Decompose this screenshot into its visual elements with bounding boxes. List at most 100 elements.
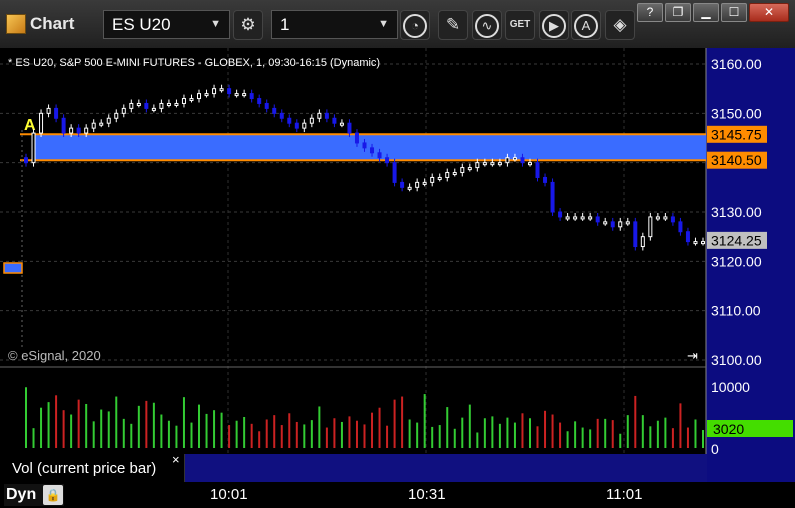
restore-icon: ❐	[672, 5, 684, 19]
lock-icon[interactable]: 🔒	[43, 485, 63, 505]
candle-body	[467, 167, 472, 171]
candle-body	[242, 93, 247, 97]
candle-body	[580, 216, 585, 220]
candle-body	[287, 117, 292, 124]
restore-down-button[interactable]: ❐	[665, 3, 691, 22]
copyright-text: © eSignal, 2020	[8, 348, 101, 363]
price-volume-chart[interactable]: A * ES U20, S&P 500 E-MINI FUTURES - GLO…	[0, 48, 795, 508]
help-button[interactable]: ?	[637, 3, 663, 22]
price-zone[interactable]	[34, 134, 706, 161]
close-icon: ✕	[763, 5, 775, 19]
volume-axis-zero: 0	[711, 441, 719, 457]
alerts-button[interactable]: A	[571, 10, 601, 40]
gear-icon: ⚙	[240, 15, 256, 34]
candle-body	[174, 102, 179, 106]
candle-body	[407, 186, 412, 190]
candle-body	[670, 216, 675, 223]
volume-legend[interactable]: Vol (current price bar)	[4, 456, 182, 482]
candle-body	[633, 221, 638, 248]
candle-body	[505, 157, 510, 164]
candle-body	[99, 122, 104, 126]
candle-body	[678, 221, 683, 233]
candle-body	[655, 216, 660, 220]
symbol-settings-button[interactable]: ⚙	[233, 10, 263, 40]
candle-body	[309, 117, 314, 124]
upper-price-tag-text: 3145.75	[711, 126, 762, 142]
candle-body	[294, 122, 299, 129]
app-title: Chart	[30, 14, 75, 33]
candle-body	[354, 132, 359, 144]
interval-dropdown[interactable]: 1 ▼	[271, 10, 398, 39]
maximize-button[interactable]: ☐	[721, 3, 747, 22]
price-axis-label: 3160.00	[711, 56, 762, 72]
annotation-label[interactable]: A	[24, 117, 36, 134]
studies-button[interactable]: ∿	[472, 10, 502, 40]
candle-body	[520, 157, 525, 164]
candle-body	[249, 93, 254, 100]
time-label-1101: 11:01	[606, 486, 643, 503]
candle-body	[159, 102, 164, 109]
maximize-icon: ☐	[728, 5, 740, 19]
candle-body	[39, 112, 44, 134]
get-button[interactable]: GET	[505, 10, 535, 40]
candle-body	[302, 122, 307, 129]
candle-body	[565, 216, 570, 220]
link-button[interactable]: ◈	[605, 10, 635, 40]
minimize-button[interactable]: ▁	[693, 3, 719, 22]
candle-body	[663, 216, 668, 220]
candle-body	[377, 152, 382, 159]
candle-body	[317, 112, 322, 119]
candle-body	[114, 112, 119, 119]
app-icon	[6, 14, 26, 34]
price-axis-label: 3100.00	[711, 352, 762, 368]
candle-body	[490, 162, 495, 166]
candle-body	[558, 211, 563, 218]
candle-body	[332, 117, 337, 124]
chevron-down-icon: ▼	[378, 18, 389, 30]
chart-area[interactable]: A * ES U20, S&P 500 E-MINI FUTURES - GLO…	[0, 48, 795, 508]
dynamic-mode-label[interactable]: Dyn	[6, 484, 36, 506]
play-icon: ▶	[542, 14, 566, 38]
candle-body	[121, 107, 126, 114]
candle-body	[76, 127, 81, 134]
time-label-1001: 10:01	[210, 486, 248, 503]
price-axis-label: 3120.00	[711, 253, 762, 269]
candle-body	[136, 102, 141, 106]
alert-a-icon: A	[574, 14, 598, 38]
play-button[interactable]: ▶	[539, 10, 569, 40]
symbol-value: ES U20	[112, 15, 171, 34]
drawing-tools-button[interactable]: ✎	[438, 10, 468, 40]
candle-body	[693, 241, 698, 245]
candlestick-series	[24, 84, 705, 251]
candle-body	[339, 122, 344, 126]
candle-body	[618, 221, 623, 228]
candle-body	[497, 162, 502, 166]
candle-body	[91, 122, 96, 129]
candle-body	[272, 107, 277, 114]
candle-body	[46, 107, 51, 114]
last-price-tag-text: 3124.25	[711, 232, 762, 248]
candle-body	[430, 176, 435, 183]
close-button[interactable]: ✕	[749, 3, 789, 22]
candle-body	[362, 142, 367, 149]
candle-body	[422, 181, 427, 185]
candle-body	[482, 162, 487, 166]
close-study-icon[interactable]: ×	[172, 452, 180, 467]
clock-icon: ◔	[403, 14, 427, 38]
candle-body	[84, 127, 89, 134]
candle-body	[31, 132, 36, 164]
candle-body	[189, 98, 194, 102]
scroll-to-end-icon[interactable]: ⇥	[687, 348, 698, 363]
candle-body	[69, 127, 74, 134]
candle-body	[603, 221, 608, 225]
candle-body	[227, 88, 232, 95]
volume-axis-max: 10000	[711, 379, 750, 395]
candle-body	[385, 157, 390, 164]
candle-body	[595, 216, 600, 223]
candle-body	[24, 157, 28, 164]
symbol-dropdown[interactable]: ES U20 ▼	[103, 10, 230, 39]
candle-body	[475, 162, 480, 169]
legend-bar	[184, 454, 707, 482]
time-template-button[interactable]: ◔	[400, 10, 430, 40]
candle-body	[54, 107, 59, 119]
